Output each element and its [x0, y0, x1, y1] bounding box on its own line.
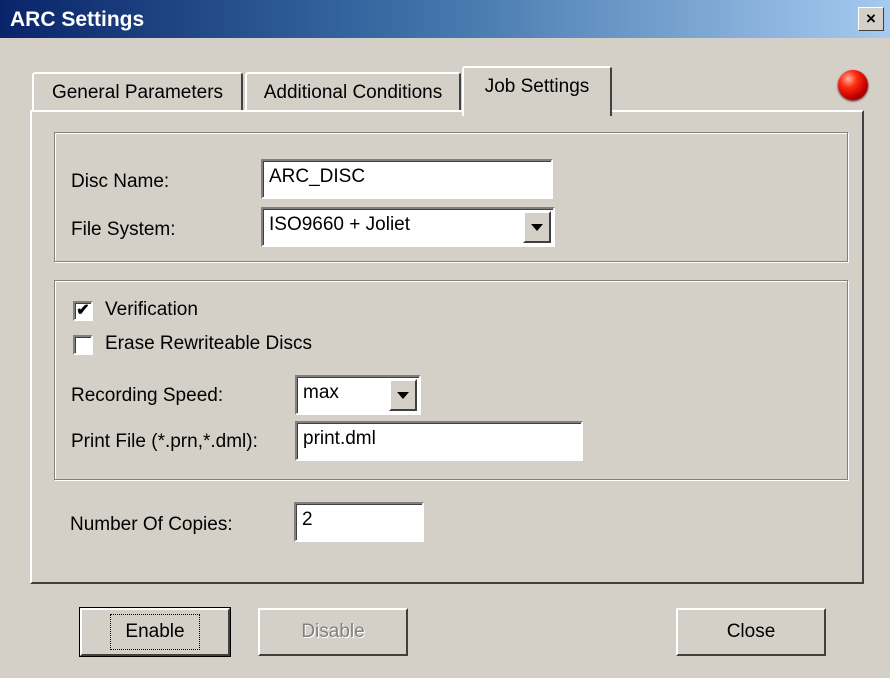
close-window-button[interactable]: × — [858, 7, 884, 31]
recording-speed-select[interactable]: max — [295, 375, 421, 415]
window-title: ARC Settings — [10, 8, 145, 31]
number-of-copies-label: Number Of Copies: — [70, 514, 233, 535]
file-system-value: ISO9660 + Joliet — [269, 214, 411, 235]
tab-label: Job Settings — [484, 76, 590, 97]
number-of-copies-input[interactable]: 2 — [294, 502, 424, 542]
disable-button: Disable — [258, 608, 408, 656]
close-button-label: Close — [726, 621, 776, 642]
disc-settings-group: Disc Name: ARC_DISC File System: ISO9660… — [54, 132, 848, 262]
tab-general-parameters[interactable]: General Parameters — [32, 72, 243, 112]
disable-button-label: Disable — [301, 621, 365, 642]
verification-checkbox[interactable]: ✔ — [73, 301, 93, 321]
tab-label: General Parameters — [51, 82, 224, 103]
recording-speed-value: max — [303, 382, 339, 403]
chevron-down-icon — [531, 223, 543, 231]
erase-rewriteable-checkbox[interactable] — [73, 335, 93, 355]
close-icon: × — [866, 9, 876, 28]
file-system-dropdown-button[interactable] — [523, 211, 551, 243]
tab-additional-conditions[interactable]: Additional Conditions — [245, 72, 461, 112]
recording-speed-label: Recording Speed: — [71, 385, 224, 406]
recording-speed-dropdown-button[interactable] — [389, 379, 417, 411]
enable-button-label: Enable — [110, 614, 200, 650]
print-file-input[interactable]: print.dml — [295, 421, 583, 461]
close-button[interactable]: Close — [676, 608, 826, 656]
title-bar: ARC Settings × — [0, 0, 890, 38]
tab-job-settings[interactable]: Job Settings — [462, 66, 612, 116]
print-file-label: Print File (*.prn,*.dml): — [71, 431, 258, 452]
tab-label: Additional Conditions — [263, 82, 443, 103]
enable-button[interactable]: Enable — [79, 607, 231, 657]
verification-label: Verification — [105, 299, 198, 320]
job-settings-panel: Disc Name: ARC_DISC File System: ISO9660… — [30, 110, 864, 584]
checkmark-icon: ✔ — [76, 302, 90, 319]
file-system-select[interactable]: ISO9660 + Joliet — [261, 207, 555, 247]
erase-rewriteable-label: Erase Rewriteable Discs — [105, 333, 312, 354]
disc-name-input[interactable]: ARC_DISC — [261, 159, 553, 199]
disc-name-label: Disc Name: — [71, 171, 170, 192]
chevron-down-icon — [397, 391, 409, 399]
file-system-label: File System: — [71, 219, 176, 240]
recording-options-group: ✔ Verification Erase Rewriteable Discs R… — [54, 280, 848, 480]
status-led-icon — [838, 70, 868, 100]
